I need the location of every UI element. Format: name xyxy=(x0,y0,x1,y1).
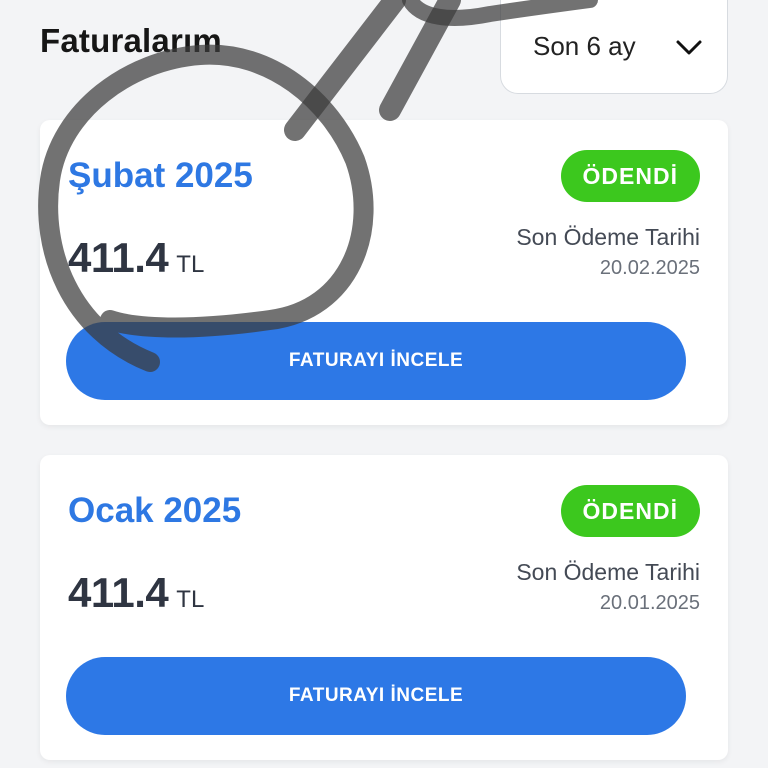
invoice-month: Ocak 2025 xyxy=(68,491,242,530)
amount-value: 411.4 xyxy=(68,234,169,281)
due-date: 20.02.2025 xyxy=(599,257,700,279)
period-select-value: Son 6 ay xyxy=(533,31,636,61)
amount-value: 411.4 xyxy=(68,569,169,616)
due-date: 20.01.2025 xyxy=(599,592,700,614)
chevron-down-icon xyxy=(676,40,702,54)
amount-currency: TL xyxy=(176,251,205,278)
page-title: Faturalarım xyxy=(40,22,222,59)
due-date-label: Son Ödeme Tarihi xyxy=(516,559,700,585)
status-badge: ÖDENDİ xyxy=(560,150,700,202)
invoice-amount: 411.4 TL xyxy=(68,569,204,617)
invoice-month: Şubat 2025 xyxy=(68,156,253,195)
period-select[interactable]: Son 6 ay xyxy=(500,0,728,94)
view-invoice-button[interactable]: FATURAYI İNCELE xyxy=(66,657,686,735)
invoice-card: Ocak 2025 ÖDENDİ 411.4 TL Son Ödeme Tari… xyxy=(40,455,728,760)
view-invoice-button[interactable]: FATURAYI İNCELE xyxy=(66,322,686,400)
invoice-amount: 411.4 TL xyxy=(68,234,204,282)
due-info: Son Ödeme Tarihi 20.01.2025 xyxy=(516,559,700,615)
status-badge: ÖDENDİ xyxy=(560,485,700,537)
due-date-label: Son Ödeme Tarihi xyxy=(516,224,700,250)
due-info: Son Ödeme Tarihi 20.02.2025 xyxy=(516,224,700,280)
amount-currency: TL xyxy=(176,586,205,613)
invoice-card: Şubat 2025 ÖDENDİ 411.4 TL Son Ödeme Tar… xyxy=(40,120,728,425)
